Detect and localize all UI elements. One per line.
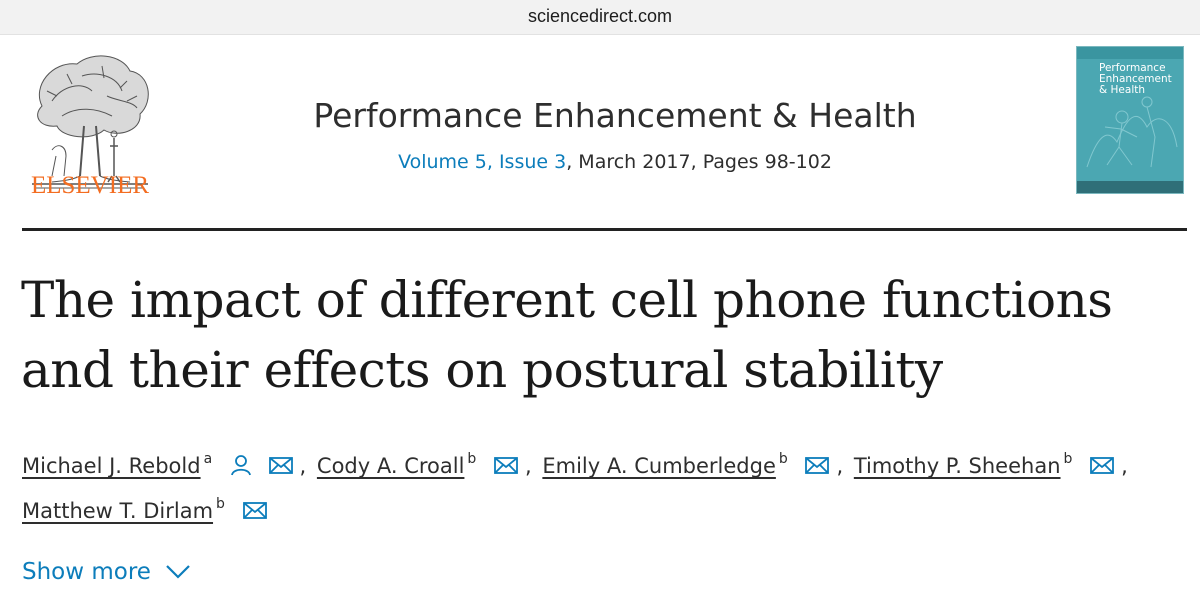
volume-issue-link[interactable]: Volume 5, Issue 3 bbox=[398, 151, 566, 173]
cover-title: Performance Enhancement & Health bbox=[1099, 62, 1172, 96]
affiliation-superscript[interactable]: a bbox=[204, 451, 213, 467]
author-item: Cody A. Croall b , bbox=[316, 451, 532, 478]
elsevier-wordmark: ELSEVIER bbox=[30, 172, 150, 199]
email-icon[interactable] bbox=[242, 500, 268, 520]
email-icon[interactable] bbox=[1089, 455, 1115, 475]
journal-title-link[interactable]: Performance Enhancement & Health bbox=[240, 96, 990, 135]
affiliation-superscript[interactable]: b bbox=[216, 496, 225, 512]
author-item: Emily A. Cumberledge b , bbox=[542, 451, 844, 478]
cover-top-strip bbox=[1077, 47, 1183, 59]
email-icon[interactable] bbox=[268, 455, 294, 475]
journal-cover-thumbnail[interactable]: Performance Enhancement & Health bbox=[1076, 46, 1184, 194]
show-more-label: Show more bbox=[22, 559, 151, 585]
browser-url-bar[interactable]: sciencedirect.com bbox=[0, 0, 1200, 35]
cover-bottom-strip bbox=[1077, 181, 1183, 193]
author-name-link[interactable]: Timothy P. Sheehan bbox=[854, 454, 1061, 478]
header-divider bbox=[22, 228, 1187, 231]
author-item: Michael J. Rebold a , bbox=[22, 451, 307, 478]
author-name-link[interactable]: Emily A. Cumberledge bbox=[542, 454, 776, 478]
article-title: The impact of different cell phone funct… bbox=[21, 271, 1113, 399]
author-item: Matthew T. Dirlam b bbox=[22, 496, 272, 523]
date-pages: , March 2017, Pages 98-102 bbox=[566, 151, 832, 173]
person-icon[interactable] bbox=[229, 453, 253, 477]
author-item: Timothy P. Sheehan b , bbox=[853, 451, 1128, 478]
author-list: Michael J. Rebold a , Cody A. Croall b , E… bbox=[22, 445, 1187, 535]
affiliation-superscript[interactable]: b bbox=[1064, 451, 1073, 467]
author-name-link[interactable]: Cody A. Croall bbox=[317, 454, 465, 478]
affiliation-superscript[interactable]: b bbox=[467, 451, 476, 467]
show-more-button[interactable]: Show more bbox=[22, 559, 191, 585]
email-icon[interactable] bbox=[804, 455, 830, 475]
author-name-link[interactable]: Michael J. Rebold bbox=[22, 454, 201, 478]
affiliation-superscript[interactable]: b bbox=[779, 451, 788, 467]
email-icon[interactable] bbox=[493, 455, 519, 475]
chevron-down-icon bbox=[166, 565, 190, 579]
journal-issue-info: Volume 5, Issue 3, March 2017, Pages 98-… bbox=[240, 151, 990, 173]
author-name-link[interactable]: Matthew T. Dirlam bbox=[22, 499, 213, 523]
